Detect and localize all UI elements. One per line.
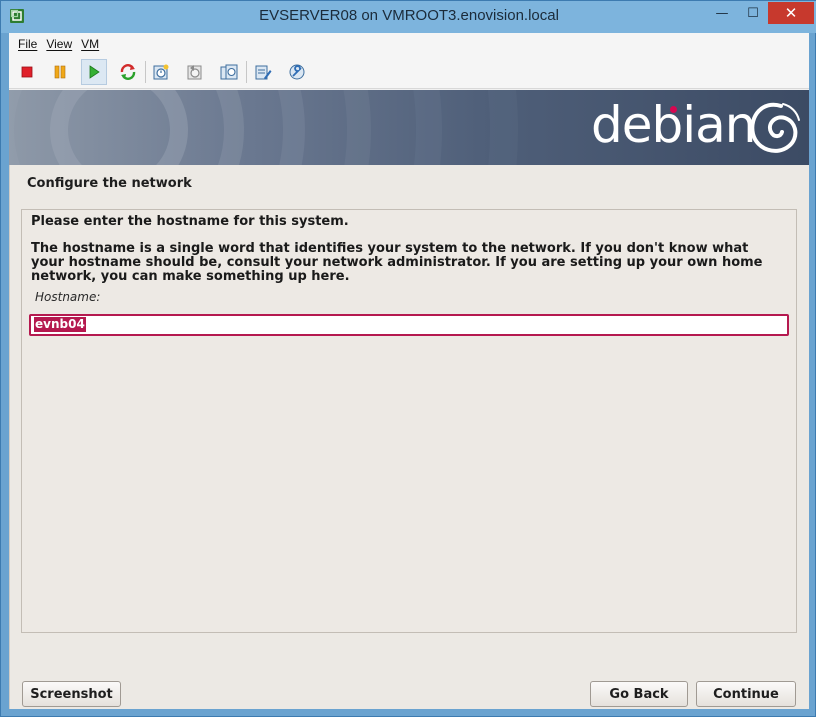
manage-snapshots-button[interactable] xyxy=(216,59,242,85)
menu-file[interactable]: File xyxy=(18,37,37,51)
toolbar-separator xyxy=(145,61,146,83)
edit-settings-icon xyxy=(255,65,272,80)
debian-wordmark: debian xyxy=(591,96,756,154)
vm-console-screen[interactable]: debian Configure the network Please ente… xyxy=(9,90,809,709)
step-title: Configure the network xyxy=(27,176,192,191)
edit-settings-button[interactable] xyxy=(250,59,276,85)
vm-console-window: EVSERVER08 on VMROOT3.enovision.local — … xyxy=(0,0,816,717)
power-off-button[interactable] xyxy=(14,59,40,85)
hostname-input[interactable]: evnb04 xyxy=(29,314,789,336)
description-text: The hostname is a single word that ident… xyxy=(31,241,763,284)
power-on-button[interactable] xyxy=(81,59,107,85)
play-icon xyxy=(89,65,100,79)
revert-snapshot-button[interactable] xyxy=(182,59,208,85)
snapshot-manager-icon xyxy=(220,64,238,80)
go-back-button[interactable]: Go Back xyxy=(590,681,688,707)
minimize-icon: — xyxy=(715,5,729,21)
screen-edge xyxy=(9,165,10,709)
toolbar-separator xyxy=(246,61,247,83)
client-area: File View VM debian Configure the networ… xyxy=(9,33,809,709)
toolbar xyxy=(9,55,809,89)
menu-bar: File View VM xyxy=(9,33,809,55)
snapshot-icon xyxy=(153,64,169,80)
wrench-icon xyxy=(289,64,305,80)
hostname-panel: Please enter the hostname for this syste… xyxy=(21,209,797,633)
vm-tools-button[interactable] xyxy=(284,59,310,85)
reset-button[interactable] xyxy=(115,59,141,85)
reset-icon xyxy=(120,64,136,80)
suspend-button[interactable] xyxy=(47,59,73,85)
debian-wordmark-dot xyxy=(670,106,677,113)
title-bar[interactable]: EVSERVER08 on VMROOT3.enovision.local — … xyxy=(1,1,816,33)
question-text: Please enter the hostname for this syste… xyxy=(31,214,349,229)
window-title: EVSERVER08 on VMROOT3.enovision.local xyxy=(259,7,559,24)
menu-vm[interactable]: VM xyxy=(81,37,99,51)
close-icon: ✕ xyxy=(784,3,798,22)
continue-button[interactable]: Continue xyxy=(696,681,796,707)
hostname-label: Hostname: xyxy=(35,290,101,304)
stop-icon xyxy=(21,66,33,78)
debian-swirl-icon xyxy=(750,102,800,153)
close-button[interactable]: ✕ xyxy=(768,2,814,24)
snapshot-revert-icon xyxy=(187,65,202,80)
minimize-button[interactable]: — xyxy=(707,2,737,24)
installer-banner: debian xyxy=(9,90,809,165)
take-snapshot-button[interactable] xyxy=(148,59,174,85)
pause-icon xyxy=(54,65,66,79)
maximize-button[interactable]: ☐ xyxy=(739,2,767,24)
screenshot-button[interactable]: Screenshot xyxy=(22,681,121,707)
menu-view[interactable]: View xyxy=(46,37,72,51)
hostname-value: evnb04 xyxy=(34,317,86,332)
maximize-icon: ☐ xyxy=(747,5,759,21)
